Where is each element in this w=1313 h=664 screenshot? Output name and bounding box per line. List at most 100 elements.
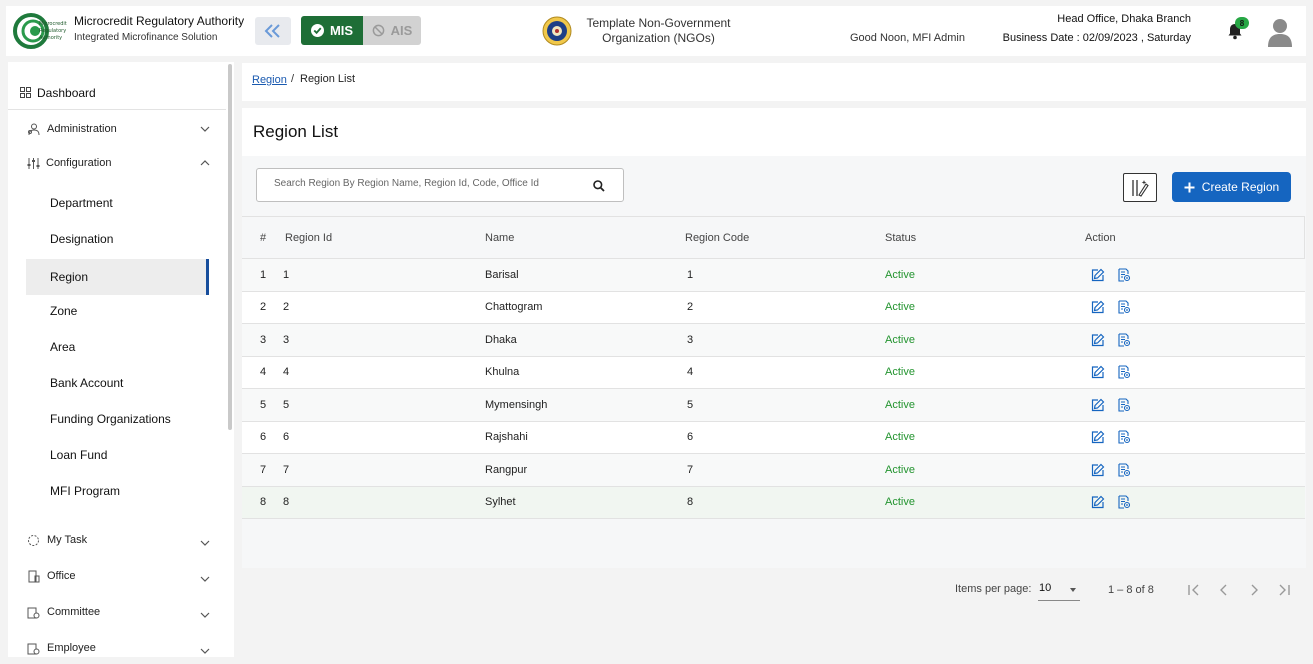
search-icon[interactable] [592,179,606,193]
sidebar-sub-area[interactable]: Area [26,329,209,365]
view-details-icon[interactable] [1117,398,1131,412]
row-status: Active [885,301,915,314]
next-page-button[interactable] [1246,582,1262,598]
table-row: 6 6 Rajshahi 6 Active [242,421,1305,454]
employee-label: Employee [47,642,96,654]
office-icon [28,570,40,582]
first-page-icon [1188,584,1199,596]
row-region-name: Rajshahi [485,431,528,444]
chevron-down-icon [200,648,210,654]
row-region-name: Sylhet [485,496,516,509]
row-index: 3 [260,333,267,346]
org-name-line2: Organization (NGOs) [602,31,715,45]
sliders-icon [27,157,40,169]
row-region-id: 2 [283,301,290,314]
block-icon [372,24,385,37]
table-row: 3 3 Dhaka 3 Active [242,323,1305,356]
sidebar-sub-designation[interactable]: Designation [26,221,209,257]
col-header-region-id[interactable]: Region Id [280,216,485,259]
view-details-icon[interactable] [1117,463,1131,477]
view-details-icon[interactable] [1117,495,1131,509]
edit-icon[interactable] [1091,398,1105,412]
previous-page-button[interactable] [1216,582,1232,598]
row-region-id: 8 [283,496,290,509]
edit-icon[interactable] [1091,365,1105,379]
chevron-down-icon [200,126,210,132]
sidebar-sub-bank-account[interactable]: Bank Account [26,365,209,401]
view-details-icon[interactable] [1117,300,1131,314]
users-icon [28,123,40,135]
view-details-icon[interactable] [1117,365,1131,379]
row-actions [1085,486,1305,519]
business-date: Business Date : 02/09/2023 , Saturday [1002,32,1191,44]
breadcrumb-link-region[interactable]: Region [252,74,287,86]
row-actions [1085,291,1305,324]
sidebar-scrollbar[interactable] [228,64,232,430]
col-header-region-code[interactable]: Region Code [685,216,885,259]
logo-text-1: Microcredit [39,21,67,27]
edit-icon[interactable] [1091,495,1105,509]
dashboard-label: Dashboard [37,85,96,100]
edit-icon[interactable] [1091,463,1105,477]
col-header-action: Action [1085,216,1305,259]
page-size-select[interactable]: 10 [1038,579,1080,601]
row-region-code: 4 [687,366,694,379]
sidebar-item-committee[interactable]: Committee [8,596,226,628]
sidebar: Dashboard Administration Configuration D… [8,62,234,657]
committee-label: Committee [47,606,101,618]
edit-icon[interactable] [1091,430,1105,444]
table-row: 4 4 Khulna 4 Active [242,356,1305,389]
row-region-code: 2 [687,301,694,314]
sidebar-item-administration[interactable]: Administration [8,113,226,145]
sidebar-sub-funding-organizations[interactable]: Funding Organizations [26,401,209,437]
sidebar-item-employee[interactable]: Employee [8,632,226,657]
col-header-name[interactable]: Name [485,216,685,259]
region-list-card: Region List Create Region [242,108,1306,601]
sidebar-item-my-task[interactable]: My Task [8,524,226,556]
notification-badge: 8 [1235,17,1249,29]
breadcrumb-current: Region List [300,73,356,85]
items-per-page-label: Items per page: [955,583,1032,595]
row-region-code: 7 [687,463,694,476]
sidebar-sub-zone[interactable]: Zone [26,293,209,329]
ais-toggle-button[interactable]: AIS [363,16,421,45]
sidebar-sub-department[interactable]: Department [26,185,209,221]
row-region-code: 3 [687,333,694,346]
column-settings-button[interactable] [1123,173,1157,202]
col-header-index[interactable]: # [242,216,280,259]
breadcrumb: Region / Region List [242,63,1306,101]
sidebar-item-dashboard[interactable]: Dashboard [8,76,226,110]
view-details-icon[interactable] [1117,333,1131,347]
chevron-right-icon [1251,584,1258,596]
first-page-button[interactable] [1186,582,1202,598]
col-header-status[interactable]: Status [885,216,1085,259]
row-status: Active [885,398,915,411]
user-avatar[interactable] [1267,17,1293,47]
logo-text-2: Regulatory [39,28,66,34]
view-details-icon[interactable] [1117,430,1131,444]
edit-icon[interactable] [1091,300,1105,314]
chevron-down-icon [200,540,210,546]
edit-icon[interactable] [1091,268,1105,282]
row-region-code: 6 [687,431,694,444]
collapse-sidebar-button[interactable] [255,17,291,45]
mis-toggle-button[interactable]: MIS [301,16,363,45]
view-details-icon[interactable] [1117,268,1131,282]
create-region-button[interactable]: Create Region [1172,172,1291,202]
sidebar-sub-mfi-program[interactable]: MFI Program [26,473,209,509]
sidebar-item-configuration[interactable]: Configuration [8,147,226,179]
sidebar-item-office[interactable]: Office [8,560,226,592]
sidebar-sub-loan-fund[interactable]: Loan Fund [26,437,209,473]
row-index: 2 [260,301,267,314]
edit-icon[interactable] [1091,333,1105,347]
row-region-name: Rangpur [485,463,528,476]
administration-label: Administration [47,123,117,135]
last-page-button[interactable] [1276,582,1292,598]
sidebar-sub-region[interactable]: Region [26,259,209,295]
search-input[interactable] [274,178,574,189]
row-status: Active [885,496,915,509]
row-index: 1 [260,268,267,281]
table-row: 8 8 Sylhet 8 Active [242,486,1305,519]
chevron-down-icon [200,576,210,582]
table-header-row: # Region Id Name Region Code Status Acti… [242,216,1305,259]
